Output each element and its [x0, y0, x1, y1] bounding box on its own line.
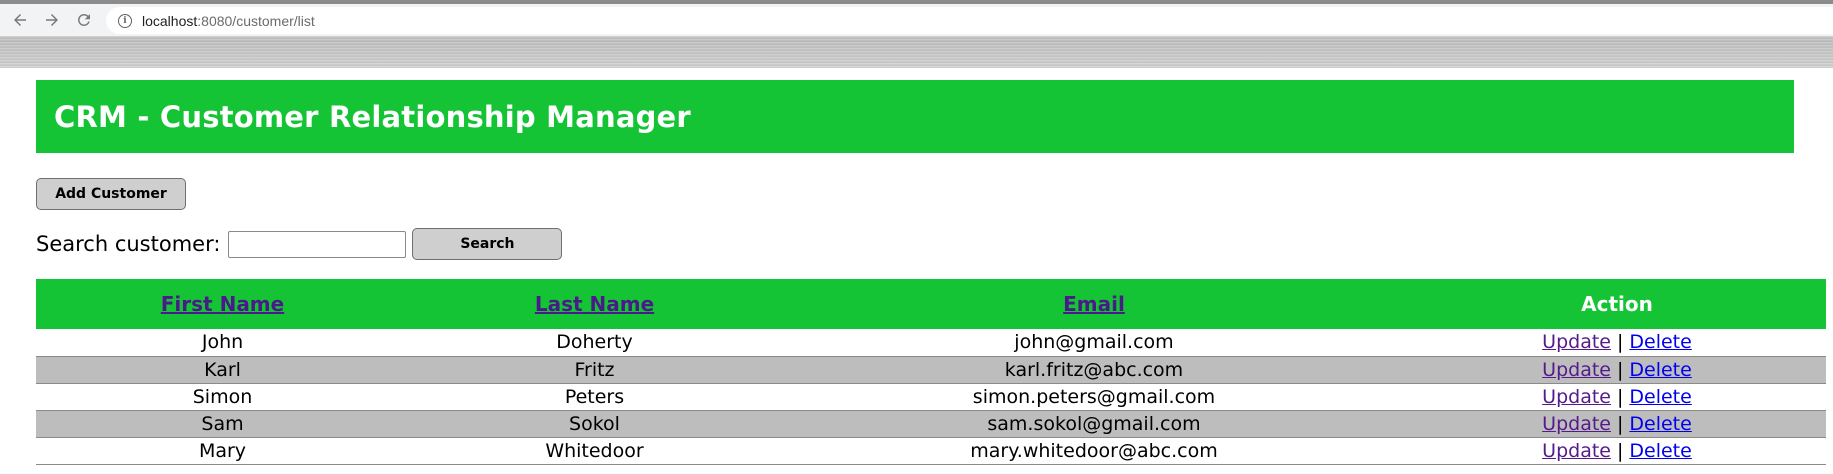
url-host: localhost — [142, 12, 198, 29]
table-row: Sam Sokol sam.sokol@gmail.com Update | Del… — [36, 410, 1826, 438]
update-link[interactable]: Update — [1542, 331, 1611, 353]
column-header-action: Action — [1408, 279, 1826, 329]
cell-email: simon.peters@gmail.com — [780, 383, 1408, 411]
cell-email: john@gmail.com — [780, 329, 1408, 357]
update-link[interactable]: Update — [1542, 386, 1611, 408]
cell-last-name: Doherty — [409, 329, 780, 357]
reload-icon[interactable] — [72, 8, 96, 32]
column-header-email: Email — [780, 279, 1408, 329]
search-form: Search customer: Search — [36, 228, 563, 260]
customer-table: First Name Last Name Email Action John D… — [36, 279, 1826, 465]
cell-first-name: Simon — [36, 383, 409, 411]
cell-last-name: Sokol — [409, 410, 780, 438]
address-bar[interactable]: i localhost:8080/customer/list — [106, 7, 1833, 34]
column-header-first-name: First Name — [36, 279, 409, 329]
update-link[interactable]: Update — [1542, 359, 1611, 381]
cell-email: sam.sokol@gmail.com — [780, 410, 1408, 438]
forward-arrow-icon[interactable] — [40, 8, 64, 32]
delete-link[interactable]: Delete — [1629, 359, 1691, 381]
cell-last-name: Whitedoor — [409, 437, 780, 465]
cell-action: Update | Delete — [1408, 383, 1826, 411]
sort-first-name-link[interactable]: First Name — [161, 292, 284, 316]
cell-last-name: Fritz — [409, 356, 780, 384]
delete-link[interactable]: Delete — [1629, 331, 1691, 353]
table-row: Karl Fritz karl.fritz@abc.com Update | Del… — [36, 356, 1826, 384]
cell-action: Update | Delete — [1408, 410, 1826, 438]
url-text[interactable]: localhost:8080/customer/list — [142, 13, 315, 29]
info-icon[interactable]: i — [118, 13, 132, 28]
sort-last-name-link[interactable]: Last Name — [535, 292, 654, 316]
column-header-last-name: Last Name — [409, 279, 780, 329]
table-row: Simon Peters simon.peters@gmail.com Upda… — [36, 383, 1826, 411]
cell-email: karl.fritz@abc.com — [780, 356, 1408, 384]
table-row: Mary Whitedoor mary.whitedoor@abc.com Up… — [36, 437, 1826, 465]
cell-action: Update | Delete — [1408, 437, 1826, 465]
page-title: CRM - Customer Relationship Manager — [54, 99, 691, 134]
delete-link[interactable]: Delete — [1629, 440, 1691, 462]
cell-action: Update | Delete — [1408, 356, 1826, 384]
action-separator: | — [1616, 412, 1624, 435]
action-separator: | — [1616, 331, 1624, 354]
cell-email: mary.whitedoor@abc.com — [780, 437, 1408, 465]
action-separator: | — [1616, 385, 1624, 408]
delete-link[interactable]: Delete — [1629, 413, 1691, 435]
cell-action: Update | Delete — [1408, 329, 1826, 357]
delete-link[interactable]: Delete — [1629, 386, 1691, 408]
cell-first-name: Mary — [36, 437, 409, 465]
browser-toolbar: i localhost:8080/customer/list — [0, 0, 1833, 36]
add-customer-button[interactable]: Add Customer — [36, 178, 186, 210]
sort-email-link[interactable]: Email — [1063, 292, 1125, 316]
cell-first-name: John — [36, 329, 409, 357]
cell-first-name: Karl — [36, 356, 409, 384]
cell-last-name: Peters — [409, 383, 780, 411]
table-header-row: First Name Last Name Email Action — [36, 279, 1826, 329]
search-input[interactable] — [228, 230, 407, 258]
update-link[interactable]: Update — [1542, 413, 1611, 435]
browser-chrome: i localhost:8080/customer/list — [0, 0, 1833, 68]
cell-first-name: Sam — [36, 410, 409, 438]
page-header: CRM - Customer Relationship Manager — [36, 80, 1794, 153]
table-row: John Doherty john@gmail.com Update | Delet… — [36, 329, 1826, 357]
back-arrow-icon[interactable] — [8, 8, 32, 32]
action-separator: | — [1616, 439, 1624, 462]
search-button[interactable]: Search — [412, 228, 563, 260]
url-path: :8080/customer/list — [197, 12, 315, 29]
action-separator: | — [1616, 358, 1624, 381]
update-link[interactable]: Update — [1542, 440, 1611, 462]
search-label: Search customer: — [36, 232, 221, 256]
